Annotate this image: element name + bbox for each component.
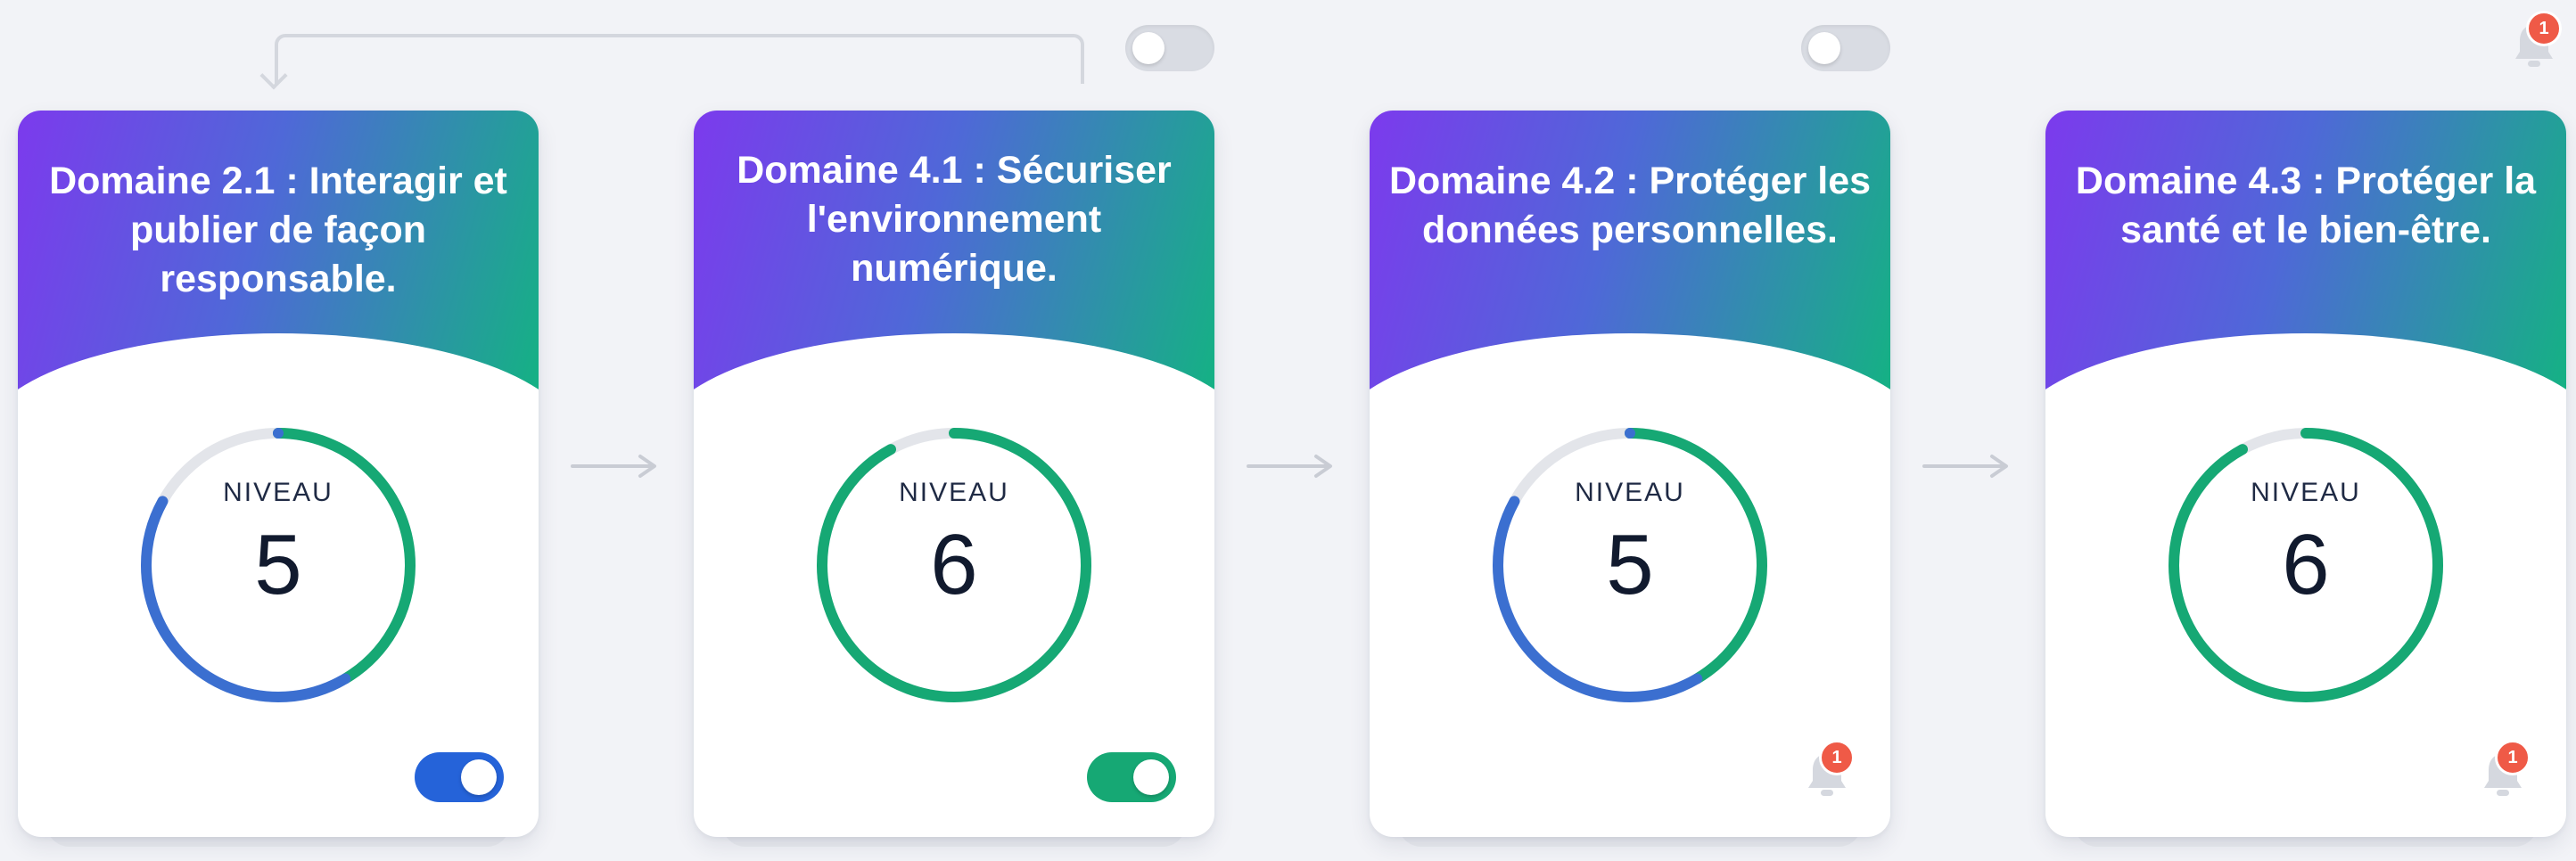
toggle-knob: [1133, 759, 1169, 795]
domain-card[interactable]: Domaine 2.1 : Interagir et publier de fa…: [18, 111, 539, 837]
domain-card[interactable]: Domaine 4.3 : Protéger la santé et le bi…: [2045, 111, 2566, 837]
notification-bell-icon[interactable]: 1: [2512, 11, 2562, 70]
notification-badge: 1: [2526, 11, 2562, 46]
card-toggle[interactable]: [415, 752, 504, 802]
toggle-knob: [1808, 32, 1840, 64]
level-value: 6: [2282, 517, 2330, 612]
top-toggle-2[interactable]: [1801, 25, 1890, 71]
level-label: NIVEAU: [223, 478, 333, 507]
notification-bell-icon[interactable]: 1: [2481, 740, 2531, 799]
level-value: 5: [254, 517, 302, 612]
domain-card[interactable]: Domaine 4.1 : Sécuriser l'environnement …: [694, 111, 1214, 837]
flow-arrow-icon: [1247, 455, 1332, 478]
toggle-knob: [1132, 32, 1165, 64]
top-toggle-1[interactable]: [1125, 25, 1214, 71]
loop-back-connector: [275, 34, 1084, 84]
notification-bell-icon[interactable]: 1: [1805, 740, 1855, 799]
notification-badge: 1: [2495, 740, 2531, 775]
level-value: 5: [1606, 517, 1654, 612]
domain-card[interactable]: Domaine 4.2 : Protéger les données perso…: [1370, 111, 1890, 837]
card-title: Domaine 2.1 : Interagir et publier de fa…: [49, 160, 507, 300]
level-label: NIVEAU: [1575, 478, 1685, 507]
level-label: NIVEAU: [2251, 478, 2361, 507]
toggle-knob: [461, 759, 497, 795]
notification-badge: 1: [1819, 740, 1855, 775]
flow-arrow-icon: [571, 455, 656, 478]
domain-flow-board: 1 Domaine 2.1 : Interagir et publier de …: [0, 0, 2576, 861]
card-title: Domaine 4.1 : Sécuriser l'environnement …: [737, 149, 1172, 290]
flow-arrow-icon: [1922, 455, 2008, 478]
card-title: Domaine 4.3 : Protéger la santé et le bi…: [2075, 160, 2537, 251]
level-label: NIVEAU: [899, 478, 1009, 507]
level-value: 6: [930, 517, 978, 612]
card-title: Domaine 4.2 : Protéger les données perso…: [1388, 160, 1872, 251]
card-toggle[interactable]: [1087, 752, 1176, 802]
